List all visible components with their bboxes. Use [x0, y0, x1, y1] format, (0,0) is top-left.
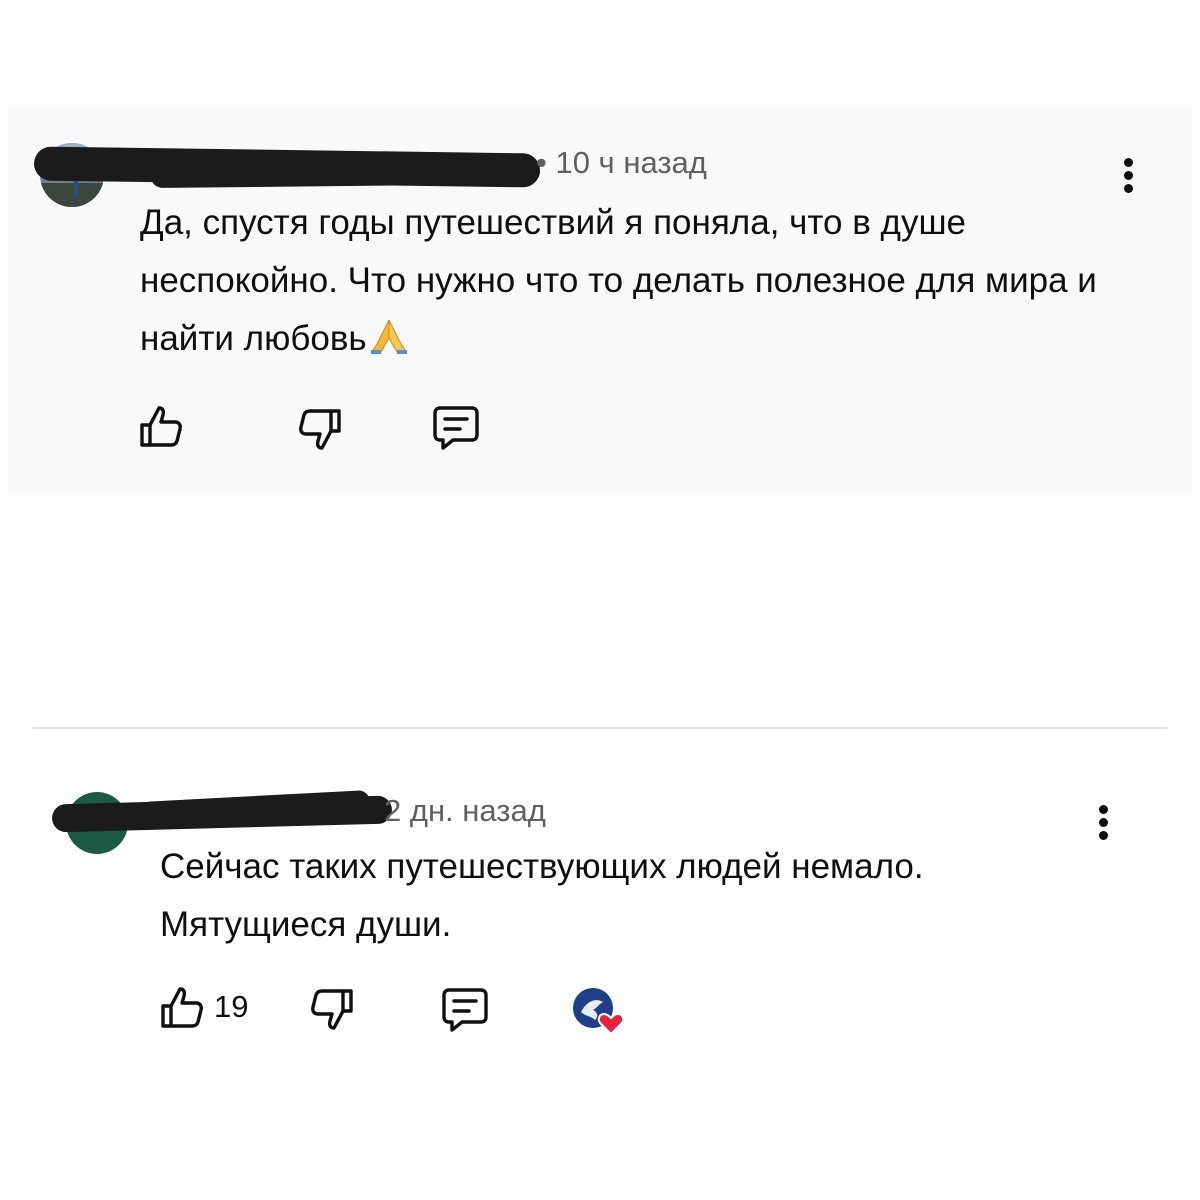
praying-hands-emoji-icon	[369, 316, 409, 374]
thumbs-up-icon[interactable]	[158, 984, 206, 1032]
more-vert-icon[interactable]	[1117, 156, 1141, 196]
redacted-username-overlay	[149, 157, 541, 189]
comment-timestamp: • 10 ч назад	[536, 145, 707, 180]
like-count: 19	[214, 989, 249, 1024]
comment-divider	[33, 727, 1167, 729]
comment-text-body: Да, спустя годы путешествий я поняла, чт…	[140, 203, 1097, 358]
creator-heart-icon	[573, 988, 625, 1036]
thumbs-up-icon[interactable]	[137, 403, 185, 451]
comment-text: Да, спустя годы путешествий я поняла, чт…	[140, 194, 1150, 374]
comment-text-line: Мятущиеся души.	[160, 905, 452, 944]
more-vert-icon[interactable]	[1092, 803, 1116, 843]
reply-icon[interactable]	[440, 986, 490, 1034]
reply-icon[interactable]	[431, 404, 481, 452]
comment-timestamp: 2 дн. назад	[384, 793, 546, 828]
comment-text: Сейчас таких путешествующих людей немало…	[160, 838, 1160, 954]
thumbs-down-icon[interactable]	[308, 985, 356, 1033]
thumbs-down-icon[interactable]	[296, 405, 344, 453]
comment-text-line: Сейчас таких путешествующих людей немало…	[160, 847, 924, 886]
